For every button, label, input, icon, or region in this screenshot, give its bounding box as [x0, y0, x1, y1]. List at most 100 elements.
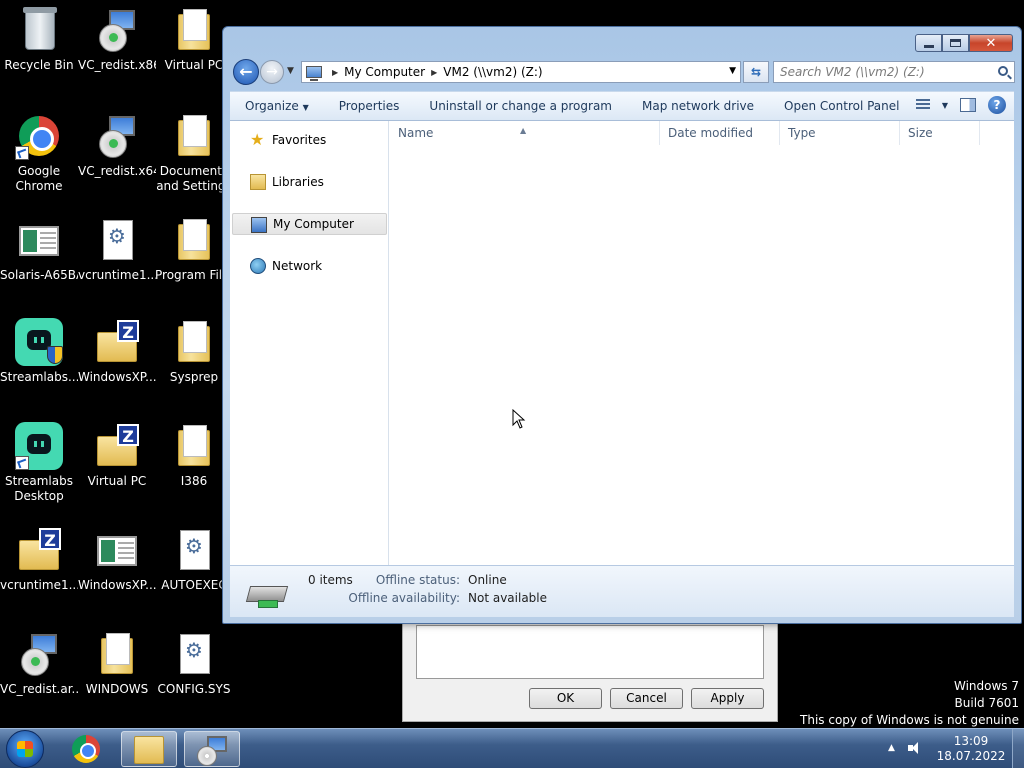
refresh-button[interactable]: ⇆: [743, 61, 769, 83]
nav-item-favorites[interactable]: ★ Favorites: [232, 129, 387, 151]
desktop-icon-vc-redist-arm[interactable]: VC_redist.ar...: [0, 630, 78, 697]
maximize-button[interactable]: [942, 34, 969, 52]
explorer-window: ✕ ← → ▼ ▶ My Computer ▶ VM2 (\\vm2) (Z:)…: [222, 26, 1022, 624]
start-button[interactable]: [6, 730, 44, 768]
uninstall-program-button[interactable]: Uninstall or change a program: [414, 99, 627, 113]
details-pane: 0 items Offline status: Online Offline a…: [230, 565, 1014, 617]
column-label: Type: [788, 126, 816, 140]
volume-icon[interactable]: [908, 741, 924, 755]
chevron-down-icon: ▼: [302, 103, 309, 112]
desktop-icon-streamlabs-desktop[interactable]: Streamlabs Desktop: [0, 422, 78, 504]
recent-pages-dropdown[interactable]: ▼: [287, 66, 294, 76]
address-bar[interactable]: ▶ My Computer ▶ VM2 (\\vm2) (Z:) ▼: [301, 61, 741, 83]
desktop-icon-vc-redist-x64[interactable]: VC_redist.x64: [78, 112, 156, 179]
desktop-icon-google-chrome[interactable]: Google Chrome: [0, 112, 78, 194]
desktop-icon-virtual-pc-zip[interactable]: Z Virtual PC: [78, 422, 156, 489]
clock[interactable]: 13:09 18.07.2022: [934, 734, 1008, 764]
star-icon: ★: [250, 130, 265, 149]
nav-label: Network: [272, 259, 323, 273]
windows-watermark: Windows 7 Build 7601 This copy of Window…: [800, 678, 1019, 729]
maximize-icon: [950, 39, 961, 47]
refresh-icon: ⇆: [750, 65, 762, 79]
nav-label: Favorites: [272, 133, 327, 147]
computer-icon: [306, 66, 322, 81]
watermark-os: Windows 7: [953, 679, 1019, 693]
desktop-icon-vc-redist-x86[interactable]: VC_redist.x86: [78, 6, 156, 73]
forward-button[interactable]: →: [260, 60, 284, 84]
computer-icon: [251, 217, 267, 233]
desktop-icon-streamlabs[interactable]: Streamlabs...: [0, 318, 78, 385]
offline-availability-value: Not available: [468, 591, 548, 605]
virtual-machine-icon: [93, 526, 141, 574]
column-header-date-modified[interactable]: Date modified: [660, 121, 780, 145]
forward-arrow-icon: →: [266, 64, 278, 80]
desktop-icon-windowsxp-1[interactable]: Z WindowsXP...: [78, 318, 156, 385]
folder-icon: [170, 216, 218, 264]
desktop-icon-vcruntime-1[interactable]: vcruntime1...: [78, 216, 156, 283]
streamlabs-icon: [15, 422, 63, 470]
map-network-drive-button[interactable]: Map network drive: [627, 99, 769, 113]
folder-icon: [93, 630, 141, 678]
search-placeholder: Search VM2 (\\vm2) (Z:): [780, 65, 925, 79]
watermark-genuine-notice: This copy of Windows is not genuine: [800, 713, 1019, 727]
open-control-panel-button[interactable]: Open Control Panel: [769, 99, 914, 113]
offline-availability-label: Offline availability:: [348, 591, 460, 605]
column-header-type[interactable]: Type: [780, 121, 900, 145]
column-label: Date modified: [668, 126, 754, 140]
zip-folder-icon: Z: [15, 526, 63, 574]
show-desktop-button[interactable]: [1012, 729, 1024, 768]
desktop-icon-windows[interactable]: WINDOWS: [78, 630, 156, 697]
zip-folder-icon: Z: [93, 318, 141, 366]
dialog-text-area[interactable]: [416, 625, 764, 679]
zip-folder-icon: Z: [93, 422, 141, 470]
taskbar-chrome[interactable]: [60, 731, 116, 767]
taskbar-installer[interactable]: [184, 731, 240, 767]
column-label: Name: [398, 126, 434, 140]
chrome-icon: [72, 735, 100, 763]
breadcrumb-arrow-icon[interactable]: ▶: [431, 68, 437, 77]
breadcrumb-my-computer[interactable]: My Computer: [344, 65, 425, 79]
ok-button[interactable]: OK: [529, 688, 602, 709]
show-hidden-icons-icon[interactable]: ▲: [888, 743, 895, 753]
organize-menu[interactable]: Organize ▼: [230, 99, 324, 113]
minimize-button[interactable]: [915, 34, 942, 52]
desktop-icon-windowsxp-2[interactable]: WindowsXP...: [78, 526, 156, 593]
taskbar: ▲ 13:09 18.07.2022: [0, 728, 1024, 768]
nav-item-network[interactable]: Network: [232, 255, 387, 277]
breadcrumb-arrow-icon[interactable]: ▶: [332, 68, 338, 77]
close-button[interactable]: ✕: [969, 34, 1013, 52]
help-icon[interactable]: ?: [988, 96, 1006, 114]
nav-item-libraries[interactable]: Libraries: [232, 171, 387, 193]
folder-icon: [134, 736, 164, 764]
settings-file-icon: [170, 630, 218, 678]
minimize-icon: [923, 44, 934, 48]
properties-button[interactable]: Properties: [324, 99, 415, 113]
taskbar-explorer[interactable]: [121, 731, 177, 767]
nav-item-my-computer[interactable]: My Computer: [232, 213, 387, 235]
view-dropdown-icon[interactable]: ▼: [942, 101, 948, 110]
folder-icon: [170, 422, 218, 470]
back-button[interactable]: ←: [233, 59, 259, 85]
recycle-bin-icon: [15, 6, 63, 54]
preview-pane-icon[interactable]: [960, 98, 976, 112]
libraries-icon: [250, 174, 266, 190]
address-dropdown-icon[interactable]: ▼: [729, 66, 736, 76]
apply-button[interactable]: Apply: [691, 688, 764, 709]
streamlabs-icon: [15, 318, 63, 366]
clock-date: 18.07.2022: [936, 749, 1006, 763]
search-input[interactable]: Search VM2 (\\vm2) (Z:): [773, 61, 1015, 83]
desktop-icon-solaris[interactable]: Solaris-A65BA: [0, 216, 78, 283]
desktop-icon-recycle-bin[interactable]: Recycle Bin: [0, 6, 78, 73]
folder-icon: [170, 112, 218, 160]
desktop-icon-vcruntime-2[interactable]: Z vcruntime1...: [0, 526, 78, 593]
offline-status-label: Offline status:: [375, 573, 460, 587]
organize-label: Organize: [245, 99, 299, 113]
cancel-button[interactable]: Cancel: [610, 688, 683, 709]
column-header-size[interactable]: Size: [900, 121, 980, 145]
change-view-icon[interactable]: [915, 99, 930, 111]
desktop-icon-config-sys[interactable]: CONFIG.SYS: [155, 630, 233, 697]
chrome-icon: [15, 112, 63, 160]
installer-icon: [15, 630, 63, 678]
breadcrumb-vm2-drive[interactable]: VM2 (\\vm2) (Z:): [443, 65, 542, 79]
column-header-name[interactable]: Name ▲: [390, 121, 660, 145]
